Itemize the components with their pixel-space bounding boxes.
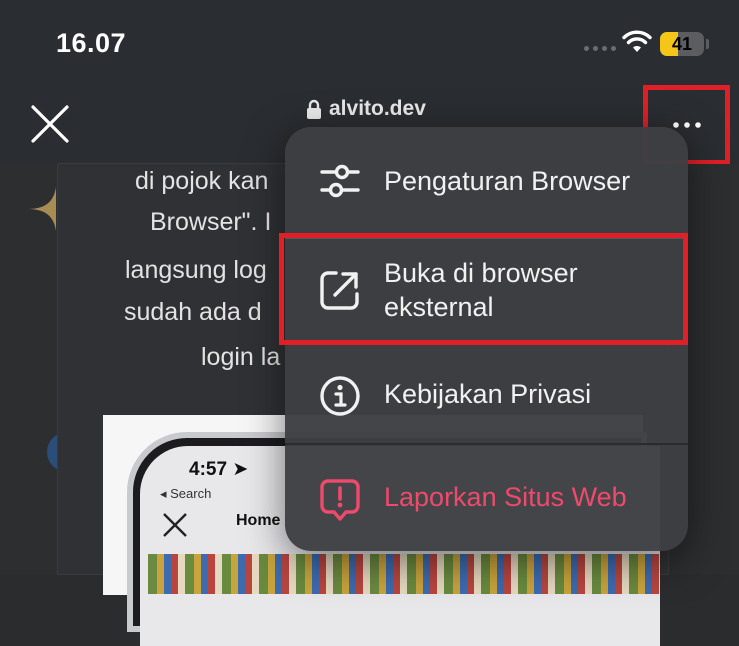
- menu-item-browser-settings[interactable]: Pengaturan Browser: [285, 127, 688, 238]
- battery-tip: [706, 39, 709, 49]
- menu-item-report-website[interactable]: Laporkan Situs Web: [285, 445, 688, 551]
- article-text-line: langsung log: [125, 256, 267, 284]
- location-arrow-icon: ➤: [232, 459, 249, 480]
- article-text-line: di pojok kan: [135, 167, 269, 195]
- url-text: alvito.dev: [329, 97, 426, 120]
- article-text-line: Browser". I: [150, 208, 272, 236]
- info-icon: [320, 376, 360, 416]
- lock-icon: [307, 99, 321, 119]
- phone-back-search: ◂ Search: [160, 486, 212, 501]
- menu-item-label: Kebijakan Privasi: [384, 379, 592, 409]
- external-link-icon: [320, 271, 359, 310]
- menu-item-label: Buka di browser eksternal: [384, 258, 578, 322]
- report-icon: [320, 479, 360, 521]
- wifi-icon: [622, 30, 652, 52]
- phone-close-icon: [163, 513, 187, 537]
- article-text-line: sudah ada d: [124, 298, 262, 326]
- cellular-signal-icon: [584, 46, 616, 51]
- sliders-icon: [320, 164, 360, 198]
- phone-crowd-image: [148, 554, 660, 594]
- menu-item-open-external-browser[interactable]: Buka di browser eksternal: [285, 238, 688, 344]
- close-icon: [31, 105, 69, 143]
- phone-time: 4:57 ➤: [189, 459, 249, 480]
- battery-indicator: 41: [660, 32, 704, 56]
- article-text-line: login la: [201, 343, 281, 371]
- menu-item-label: Pengaturan Browser: [384, 166, 631, 196]
- battery-percent: 41: [671, 34, 693, 54]
- url-bar[interactable]: alvito.dev: [306, 97, 426, 121]
- gemini-star-icon: [28, 187, 56, 231]
- phone-page-title: Home: [236, 512, 281, 529]
- menu-item-privacy-policy[interactable]: Kebijakan Privasi: [285, 344, 688, 443]
- close-button[interactable]: [30, 104, 70, 144]
- browser-options-menu: Pengaturan Browser Buka di browser ekste…: [285, 127, 688, 551]
- menu-item-label: Laporkan Situs Web: [384, 482, 627, 512]
- status-time: 16.07: [56, 28, 127, 58]
